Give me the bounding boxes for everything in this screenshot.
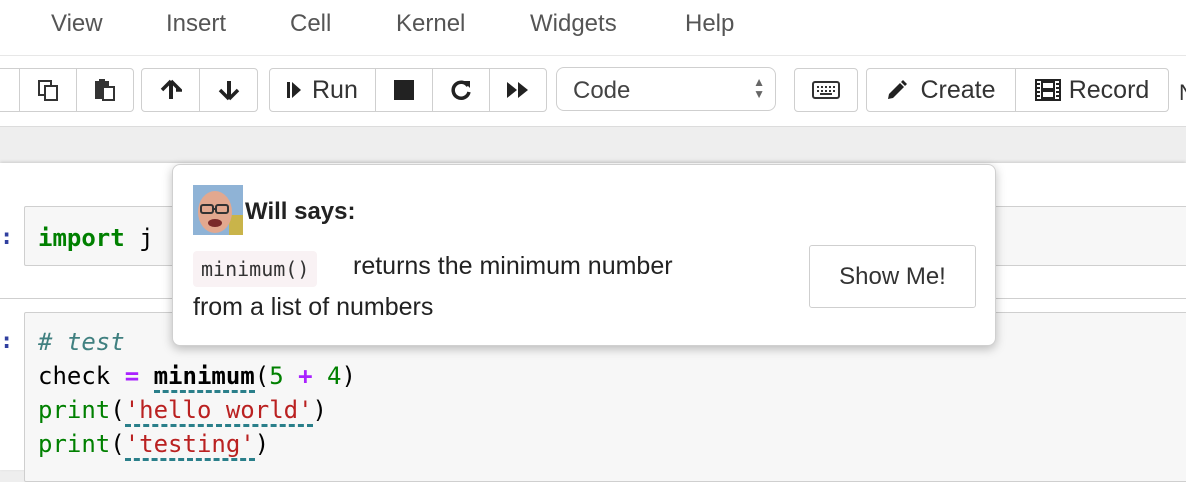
menu-kernel[interactable]: Kernel	[396, 10, 465, 38]
keyword-import: import	[38, 224, 125, 252]
menu-bar: View Insert Cell Kernel Widgets Help	[0, 0, 1186, 56]
run-group: Run	[269, 68, 547, 114]
redo-icon	[450, 79, 472, 101]
tooltip-title: Will says:	[245, 198, 356, 225]
fast-forward-icon	[506, 79, 530, 101]
code-text: j	[124, 224, 154, 252]
menu-cell[interactable]: Cell	[290, 10, 331, 38]
code-line: print('testing')	[38, 430, 270, 461]
code-number: 5	[269, 362, 284, 390]
keyboard-group	[794, 68, 858, 114]
run-button[interactable]: Run	[269, 68, 376, 112]
code-operator: +	[298, 362, 313, 390]
run-all-button[interactable]	[489, 68, 547, 112]
cell-type-select[interactable]: Code ▲ ▼	[556, 67, 776, 111]
tooltip-text-line: returns the minimum number	[353, 252, 673, 280]
move-group	[141, 68, 258, 114]
create-label: Create	[920, 75, 996, 104]
code-paren: (	[110, 396, 125, 424]
cell-type-value: Code	[573, 77, 631, 104]
slides-group: Create Record	[866, 68, 1169, 114]
menu-widgets[interactable]: Widgets	[530, 10, 617, 38]
clipboard-group	[0, 68, 134, 114]
copy-button[interactable]	[19, 68, 77, 112]
keyboard-shortcuts-button[interactable]	[794, 68, 858, 112]
code-line: check = minimum(5 + 4)	[38, 362, 356, 393]
cell-prompt: :	[0, 329, 14, 354]
code-string[interactable]: 'testing'	[124, 430, 255, 461]
tooltip-code: minimum()	[193, 251, 318, 287]
run-label: Run	[312, 75, 358, 104]
code-paren: (	[254, 362, 270, 390]
keyboard-icon	[812, 81, 840, 99]
pencil-icon	[886, 79, 908, 101]
menu-insert[interactable]: Insert	[166, 10, 226, 38]
menu-view[interactable]: View	[51, 10, 103, 38]
stop-icon	[393, 79, 415, 101]
code-number: 4	[327, 362, 342, 390]
record-label: Record	[1068, 75, 1150, 104]
code-function-minimum[interactable]: minimum	[153, 362, 255, 393]
truncated-toolbar-text: N	[1179, 80, 1186, 106]
tutor-tooltip: Will says: minimum() returns the minimum…	[172, 164, 996, 346]
film-icon	[1034, 79, 1061, 101]
menu-help[interactable]: Help	[685, 10, 734, 38]
paste-button[interactable]	[76, 68, 134, 112]
code-builtin-print: print	[38, 430, 111, 458]
create-button[interactable]: Create	[866, 68, 1016, 112]
code-paren: )	[341, 362, 356, 390]
cut-button[interactable]	[0, 68, 20, 112]
arrow-down-icon	[218, 79, 240, 101]
avatar	[193, 185, 243, 235]
move-up-button[interactable]	[141, 68, 200, 112]
select-arrows-icon: ▲ ▼	[753, 75, 765, 101]
copy-icon	[36, 78, 60, 102]
move-down-button[interactable]	[199, 68, 258, 112]
arrow-up-icon	[160, 79, 182, 101]
restart-button[interactable]	[432, 68, 490, 112]
code-line: import j	[38, 224, 154, 252]
code-comment: # test	[38, 328, 125, 356]
code-builtin-print: print	[38, 396, 111, 424]
code-paren: )	[312, 396, 327, 424]
tooltip-text-line: from a list of numbers	[193, 293, 434, 321]
code-paren: )	[254, 430, 270, 458]
code-var: check	[38, 362, 125, 390]
code-line: print('hello world')	[38, 396, 327, 427]
record-button[interactable]: Record	[1015, 68, 1169, 112]
code-paren: (	[110, 430, 125, 458]
cell-prompt: :	[0, 225, 14, 250]
code-operator: =	[124, 362, 140, 390]
show-me-button[interactable]: Show Me!	[809, 245, 976, 308]
code-string[interactable]: 'hello world'	[124, 396, 313, 427]
step-forward-icon	[286, 79, 302, 101]
paste-icon	[93, 78, 117, 102]
stop-button[interactable]	[375, 68, 433, 112]
